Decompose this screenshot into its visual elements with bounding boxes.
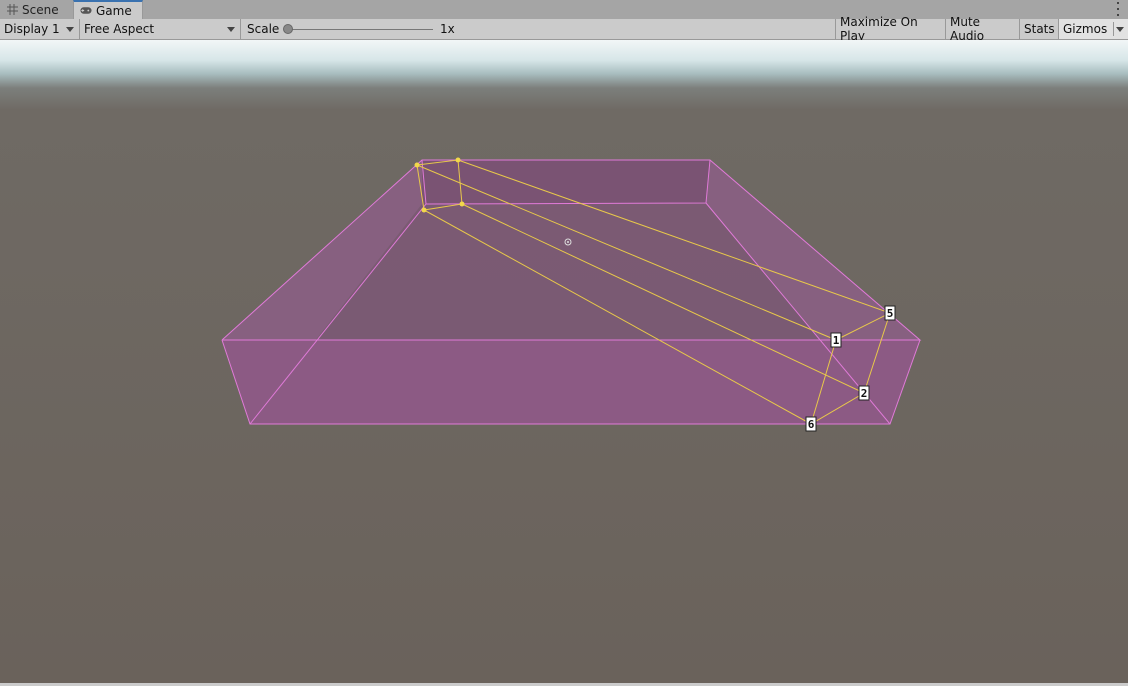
svg-text:2: 2 bbox=[861, 387, 868, 400]
waypoint-label: 1 bbox=[830, 332, 842, 348]
gizmos-dropdown-icon[interactable] bbox=[1116, 27, 1124, 32]
waypoint-label: 6 bbox=[805, 416, 817, 432]
mute-audio-label: Mute Audio bbox=[950, 15, 985, 43]
tab-scene-label: Scene bbox=[22, 2, 59, 17]
tab-game[interactable]: Game bbox=[73, 0, 143, 19]
more-options-icon[interactable] bbox=[1116, 2, 1120, 16]
svg-text:5: 5 bbox=[887, 307, 894, 320]
box-back-wall bbox=[422, 160, 710, 204]
display-dropdown-value: Display 1 bbox=[4, 22, 60, 36]
tab-scene[interactable]: Scene bbox=[0, 0, 72, 19]
tab-game-label: Game bbox=[96, 3, 132, 18]
gamepad-icon bbox=[80, 5, 92, 17]
display-dropdown[interactable]: Display 1 bbox=[0, 19, 80, 39]
waypoint-label: 2 bbox=[858, 385, 870, 401]
gizmos-toggle[interactable]: Gizmos bbox=[1058, 19, 1128, 39]
chevron-down-icon bbox=[227, 27, 235, 32]
waypoint-label: 5 bbox=[884, 305, 896, 321]
scale-control: Scale 1x bbox=[241, 19, 481, 39]
maximize-on-play-label: Maximize On Play bbox=[840, 15, 918, 43]
maximize-on-play-toggle[interactable]: Maximize On Play bbox=[835, 15, 945, 43]
game-toolbar: Display 1 Free Aspect Scale 1x Maximize … bbox=[0, 15, 1128, 43]
game-viewport[interactable]: 1 5 2 6 bbox=[0, 40, 1128, 683]
chevron-down-icon bbox=[66, 27, 74, 32]
svg-text:6: 6 bbox=[808, 418, 815, 431]
svg-text:1: 1 bbox=[833, 334, 840, 347]
aspect-dropdown[interactable]: Free Aspect bbox=[80, 19, 241, 39]
gizmos-label: Gizmos bbox=[1063, 22, 1108, 36]
scale-slider-track[interactable] bbox=[289, 29, 433, 30]
stats-toggle[interactable]: Stats bbox=[1019, 19, 1058, 39]
scene-render: 1 5 2 6 bbox=[221, 157, 922, 432]
mute-audio-toggle[interactable]: Mute Audio bbox=[945, 15, 1019, 43]
stats-label: Stats bbox=[1024, 22, 1055, 36]
scale-value: 1x bbox=[440, 22, 455, 36]
box-front-wall bbox=[222, 340, 920, 424]
scale-slider-thumb[interactable] bbox=[283, 24, 293, 34]
grid-icon bbox=[6, 4, 18, 16]
aspect-dropdown-value: Free Aspect bbox=[84, 22, 155, 36]
scale-label: Scale bbox=[247, 22, 280, 36]
